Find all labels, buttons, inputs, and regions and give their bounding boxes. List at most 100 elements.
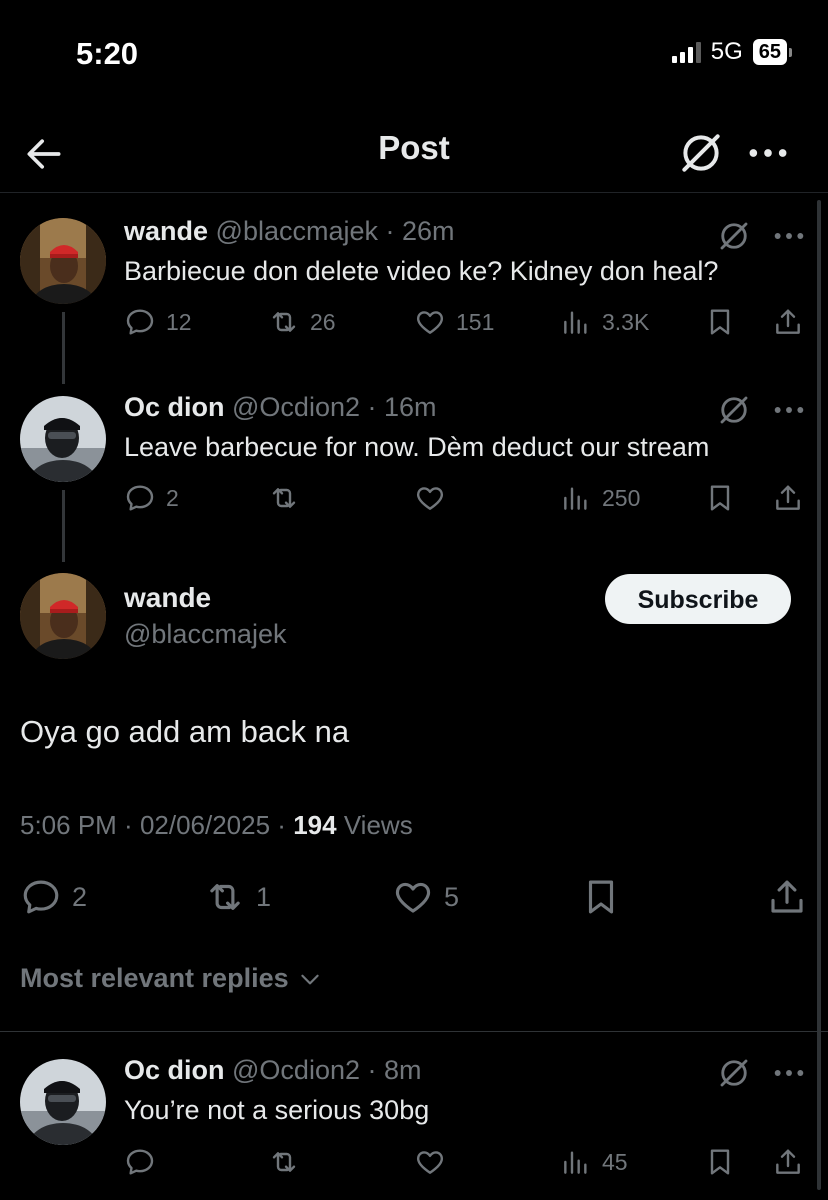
- views-count: 250: [602, 484, 641, 511]
- views-icon: [560, 1146, 592, 1178]
- display-name[interactable]: Oc dion: [124, 392, 225, 422]
- grok-icon[interactable]: [716, 392, 752, 428]
- share-button[interactable]: [766, 876, 808, 918]
- share-icon: [772, 482, 804, 514]
- post-meta: 5:06 PM · 02/06/2025 · 194 Views: [20, 810, 413, 840]
- user-handle[interactable]: @Ocdion2: [232, 1055, 360, 1085]
- top-nav: Post: [0, 110, 828, 190]
- post-time: 8m: [384, 1055, 422, 1085]
- post-time: 5:06 PM: [20, 810, 117, 840]
- more-icon[interactable]: [772, 400, 806, 420]
- reply-button[interactable]: 2: [20, 876, 87, 918]
- views-button[interactable]: 3.3K: [560, 306, 649, 338]
- post-text: Oya go add am back na: [20, 714, 350, 749]
- user-handle[interactable]: @blaccmajek: [216, 216, 378, 246]
- reply-icon: [124, 482, 156, 514]
- reply-button[interactable]: 2: [124, 482, 179, 514]
- replies-divider: [0, 1031, 828, 1032]
- repost-button[interactable]: 1: [204, 876, 271, 918]
- user-handle[interactable]: @Ocdion2: [232, 392, 360, 422]
- bookmark-button[interactable]: [704, 482, 736, 514]
- avatar[interactable]: [20, 218, 106, 304]
- like-icon: [414, 306, 446, 338]
- tweet-header: wande @blaccmajek · 26m: [124, 216, 455, 246]
- share-button[interactable]: [772, 482, 804, 514]
- share-button[interactable]: [772, 1146, 804, 1178]
- repost-count: 1: [256, 881, 272, 912]
- share-icon: [772, 306, 804, 338]
- like-count: 5: [444, 881, 460, 912]
- repost-count: 26: [310, 308, 336, 335]
- status-time: 5:20: [76, 36, 139, 71]
- more-icon[interactable]: [746, 138, 790, 168]
- more-icon[interactable]: [772, 1063, 806, 1083]
- battery-level: 65: [752, 39, 787, 65]
- views-count: 45: [602, 1148, 628, 1175]
- subscribe-button[interactable]: Subscribe: [605, 574, 791, 624]
- repost-button[interactable]: [268, 482, 310, 514]
- share-icon: [766, 876, 808, 918]
- like-button[interactable]: 5: [392, 876, 459, 918]
- grok-icon[interactable]: [676, 128, 726, 178]
- reply-count: 12: [166, 308, 192, 335]
- views-icon: [560, 306, 592, 338]
- thread-line: [62, 490, 65, 562]
- network-label: 5G: [710, 38, 743, 65]
- tweet-text: Barbiecue don delete video ke? Kidney do…: [124, 256, 719, 286]
- scrollbar[interactable]: [817, 200, 821, 1190]
- avatar[interactable]: [20, 396, 106, 482]
- like-icon: [414, 482, 446, 514]
- repost-icon: [268, 1146, 300, 1178]
- bookmark-icon: [704, 1146, 736, 1178]
- like-button[interactable]: [414, 1146, 456, 1178]
- replies-sort-label: Most relevant replies: [20, 963, 289, 993]
- tweet-header: Oc dion @Ocdion2 · 8m: [124, 1055, 422, 1085]
- avatar[interactable]: [20, 573, 106, 659]
- repost-button[interactable]: [268, 1146, 310, 1178]
- views-icon: [560, 482, 592, 514]
- post-time: 26m: [402, 216, 455, 246]
- bookmark-icon: [704, 306, 736, 338]
- display-name[interactable]: wande: [124, 216, 208, 246]
- tweet-actions: 12 26 151 3.3K: [124, 306, 814, 346]
- views-count[interactable]: 194: [293, 810, 336, 840]
- tweet-header: Oc dion @Ocdion2 · 16m: [124, 392, 437, 422]
- like-button[interactable]: 151: [414, 306, 494, 338]
- display-name[interactable]: wande: [124, 582, 211, 614]
- user-handle[interactable]: @blaccmajek: [124, 619, 286, 650]
- grok-icon[interactable]: [716, 1055, 752, 1091]
- like-button[interactable]: [414, 482, 456, 514]
- reply-icon: [20, 876, 62, 918]
- replies-sort-dropdown[interactable]: Most relevant replies: [20, 963, 323, 994]
- repost-icon: [268, 482, 300, 514]
- battery-icon: 65: [752, 39, 792, 65]
- signal-icon: [671, 41, 701, 63]
- bookmark-button[interactable]: [580, 876, 622, 918]
- share-icon: [772, 1146, 804, 1178]
- post-date: 02/06/2025: [139, 810, 271, 840]
- avatar[interactable]: [20, 1059, 106, 1145]
- repost-button[interactable]: 26: [268, 306, 336, 338]
- reply-button[interactable]: [124, 1146, 166, 1178]
- grok-icon[interactable]: [716, 218, 752, 254]
- chevron-down-icon: [300, 974, 319, 984]
- repost-icon: [204, 876, 246, 918]
- reply-icon: [124, 306, 156, 338]
- display-name[interactable]: Oc dion: [124, 1055, 225, 1085]
- bookmark-icon: [704, 482, 736, 514]
- post-actions: 2 1 5: [20, 876, 810, 920]
- repost-icon: [268, 306, 300, 338]
- reply-button[interactable]: 12: [124, 306, 192, 338]
- views-button[interactable]: 45: [560, 1146, 628, 1178]
- more-icon[interactable]: [772, 226, 806, 246]
- tweet-text: You’re not a serious 30bg: [124, 1095, 430, 1125]
- tweet-text: Leave barbecue for now. Dèm deduct our s…: [124, 432, 710, 462]
- share-button[interactable]: [772, 306, 804, 338]
- bookmark-button[interactable]: [704, 306, 736, 338]
- like-icon: [414, 1146, 446, 1178]
- bookmark-button[interactable]: [704, 1146, 736, 1178]
- reply-icon: [124, 1146, 156, 1178]
- bookmark-icon: [580, 876, 622, 918]
- views-button[interactable]: 250: [560, 482, 640, 514]
- like-icon: [392, 876, 434, 918]
